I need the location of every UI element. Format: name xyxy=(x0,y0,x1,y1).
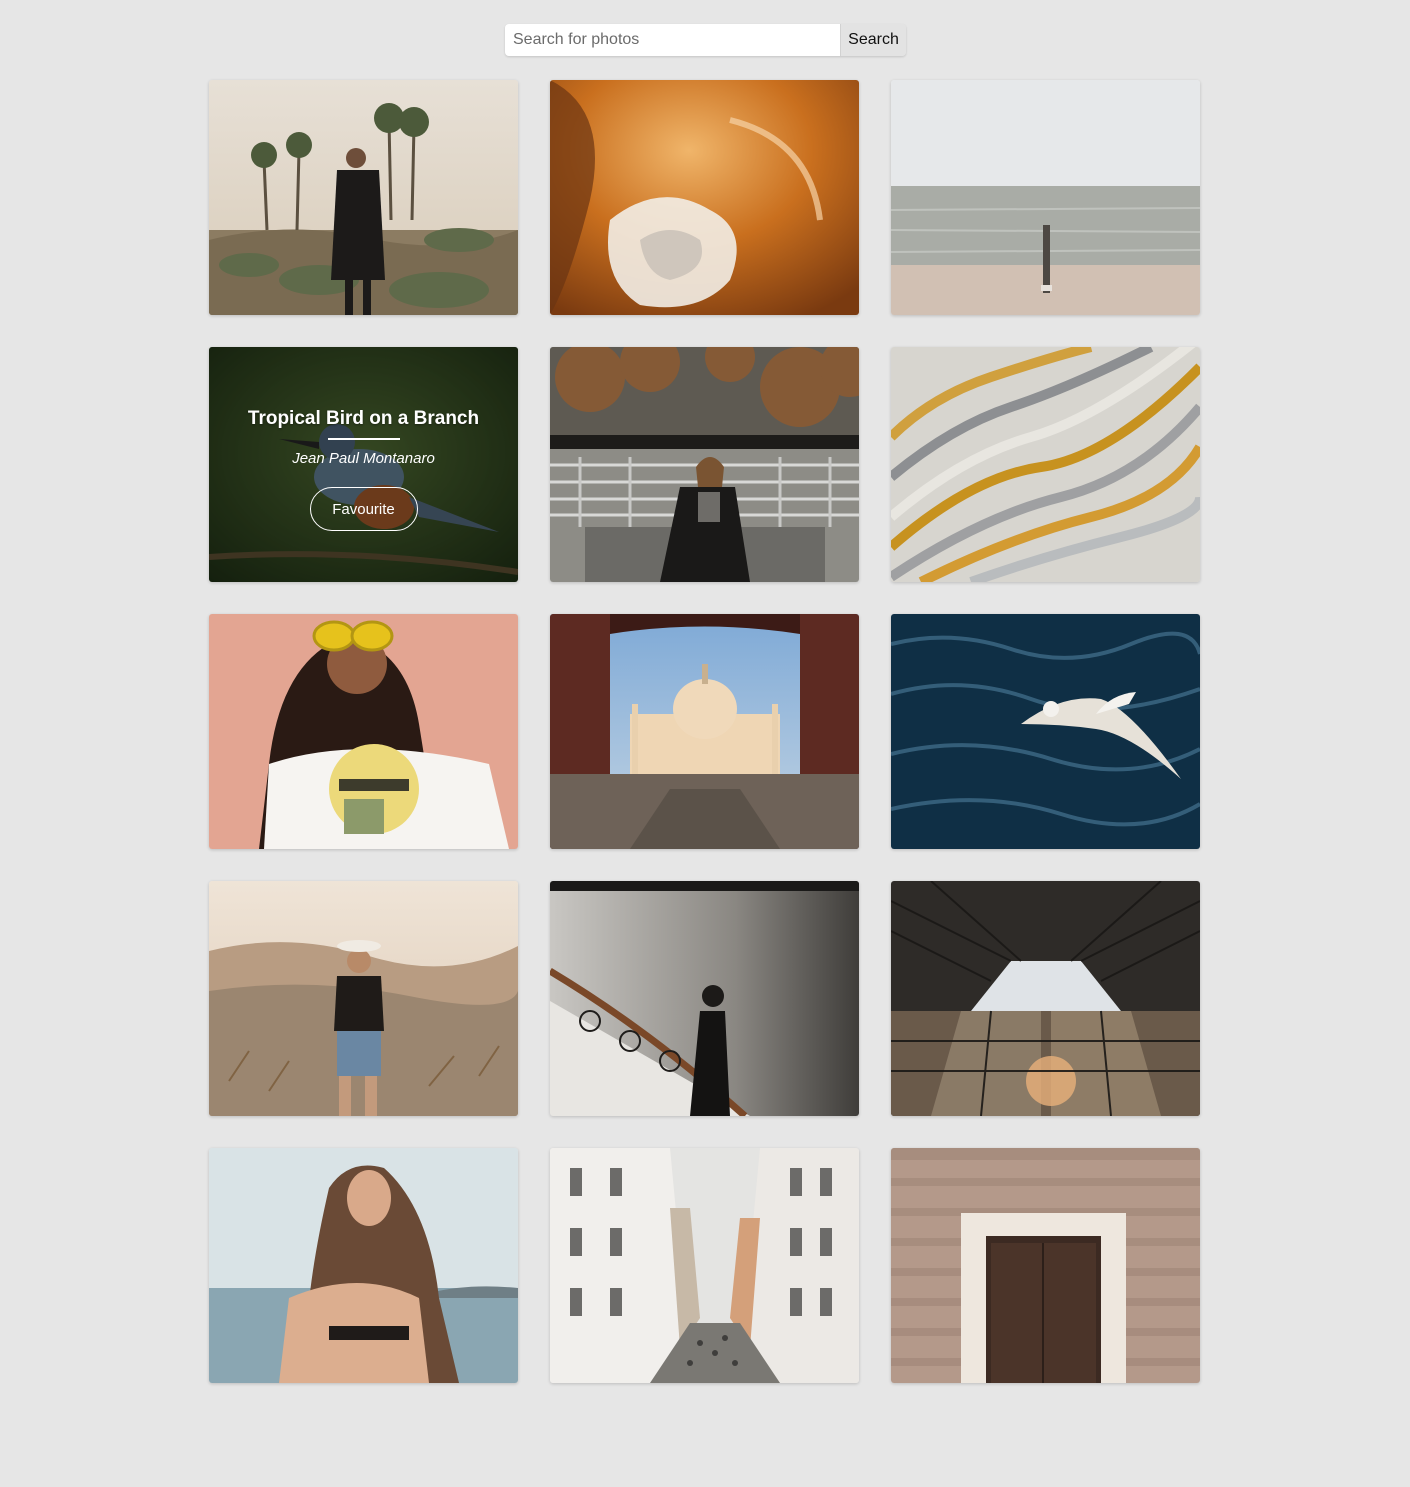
photo-city-street xyxy=(550,1148,859,1383)
photo-overlay: Tropical Bird on a Branch Jean Paul Mont… xyxy=(209,347,518,582)
photo-card[interactable] xyxy=(209,80,518,315)
title-divider xyxy=(327,438,400,440)
photo-card[interactable] xyxy=(550,80,859,315)
photo-woman-bench xyxy=(550,347,859,582)
photo-desert-woman xyxy=(209,80,518,315)
search-button[interactable]: Search xyxy=(840,24,906,56)
photo-card[interactable] xyxy=(550,347,859,582)
photo-card[interactable]: Tropical Bird on a Branch Jean Paul Mont… xyxy=(209,347,518,582)
photo-grid: Tropical Bird on a Branch Jean Paul Mont… xyxy=(209,80,1200,1383)
photo-card[interactable] xyxy=(550,1148,859,1383)
photo-glass-building xyxy=(891,881,1200,1116)
photo-sea-post xyxy=(891,80,1200,315)
photo-seagull-water xyxy=(891,614,1200,849)
photo-tiled-wall-door xyxy=(891,1148,1200,1383)
photo-card[interactable] xyxy=(891,80,1200,315)
photo-card[interactable] xyxy=(209,881,518,1116)
photo-card[interactable] xyxy=(891,614,1200,849)
photo-card[interactable] xyxy=(550,614,859,849)
photo-woman-hat-landscape xyxy=(209,881,518,1116)
photo-woman-yellow-glasses xyxy=(209,614,518,849)
photo-title: Tropical Bird on a Branch xyxy=(247,408,480,429)
search-bar: Search xyxy=(505,24,906,56)
photo-orange-abstract xyxy=(550,80,859,315)
photo-card[interactable] xyxy=(891,881,1200,1116)
search-input[interactable] xyxy=(505,24,840,56)
photo-woman-staircase xyxy=(550,881,859,1116)
photo-taj-mahal xyxy=(550,614,859,849)
photo-author: Jean Paul Montanaro xyxy=(292,450,435,467)
photo-card[interactable] xyxy=(550,881,859,1116)
photo-card[interactable] xyxy=(209,614,518,849)
photo-card[interactable] xyxy=(891,1148,1200,1383)
photo-woman-sea xyxy=(209,1148,518,1383)
favourite-button[interactable]: Favourite xyxy=(309,487,418,531)
photo-card[interactable] xyxy=(891,347,1200,582)
photo-marble-texture xyxy=(891,347,1200,582)
photo-card[interactable] xyxy=(209,1148,518,1383)
